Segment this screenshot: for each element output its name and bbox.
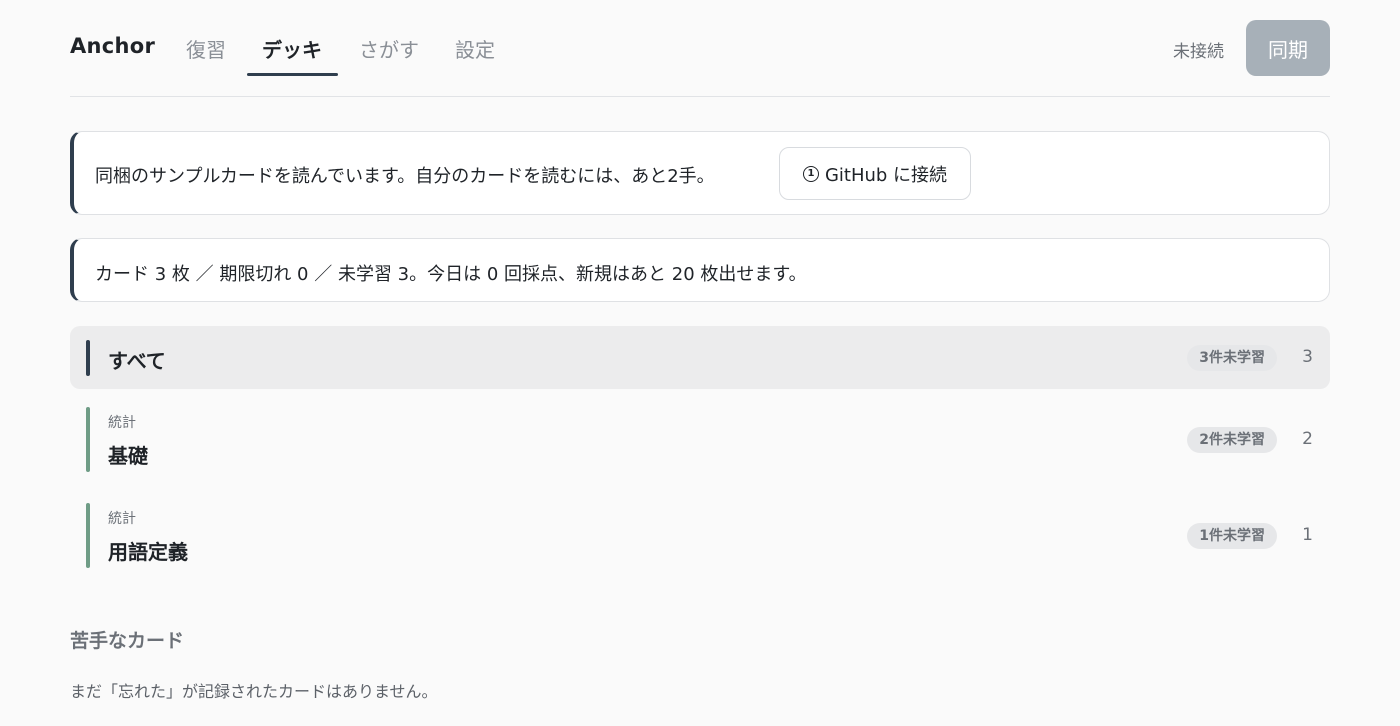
summary-banner: カード 3 枚 ／ 期限切れ 0 ／ 未学習 3。今日は 0 回採点、新規はあと… [70,238,1330,302]
top-nav: Anchor 復習 デッキ さがす 設定 未接続 同期 [70,0,1330,97]
step-one-icon: 1 [802,165,819,182]
unstudied-badge: 2件未学習 [1187,427,1277,453]
unstudied-badge: 3件未学習 [1187,345,1277,371]
unstudied-badge: 1件未学習 [1187,523,1277,549]
sample-notice-banner: 同梱のサンプルカードを読んでいます。自分のカードを読むには、あと2手。 1 Gi… [70,131,1330,215]
tab-review[interactable]: 復習 [186,34,226,76]
tab-search[interactable]: さがす [359,34,419,76]
deck-title: 基礎 [108,444,148,468]
connect-github-label: GitHub に接続 [824,164,948,186]
sample-notice-text: 同梱のサンプルカードを読んでいます。自分のカードを読むには、あと2手。 [95,166,715,187]
deck-item-basics[interactable]: 統計 基礎 2件未学習 2 [70,404,1330,476]
deck-title: すべて [108,349,166,373]
deck-accent-bar [86,503,90,568]
connect-github-button[interactable]: 1 GitHub に接続 [779,147,971,200]
deck-count: 3 [1302,347,1313,367]
summary-text: カード 3 枚 ／ 期限切れ 0 ／ 未学習 3。今日は 0 回採点、新規はあと… [95,264,807,285]
deck-title: 用語定義 [108,540,188,564]
connection-status: 未接続 [1173,42,1224,62]
weak-cards-heading: 苦手なカード [70,630,185,652]
deck-count: 1 [1302,525,1313,545]
sync-button[interactable]: 同期 [1246,20,1330,76]
weak-cards-empty-message: まだ「忘れた」が記録されたカードはありません。 [70,682,438,701]
active-tab-indicator [247,73,338,76]
deck-accent-bar [86,340,90,376]
tab-settings[interactable]: 設定 [455,34,495,76]
tab-decks[interactable]: デッキ [262,34,322,76]
brand-logo[interactable]: Anchor [70,34,155,58]
deck-item-terms[interactable]: 統計 用語定義 1件未学習 1 [70,500,1330,572]
deck-item-all[interactable]: すべて 3件未学習 3 [70,326,1330,389]
app-page: Anchor 復習 デッキ さがす 設定 未接続 同期 同梱のサンプルカードを読… [0,0,1400,726]
deck-category: 統計 [108,415,136,431]
deck-accent-bar [86,407,90,472]
deck-count: 2 [1302,429,1313,449]
deck-category: 統計 [108,511,136,527]
